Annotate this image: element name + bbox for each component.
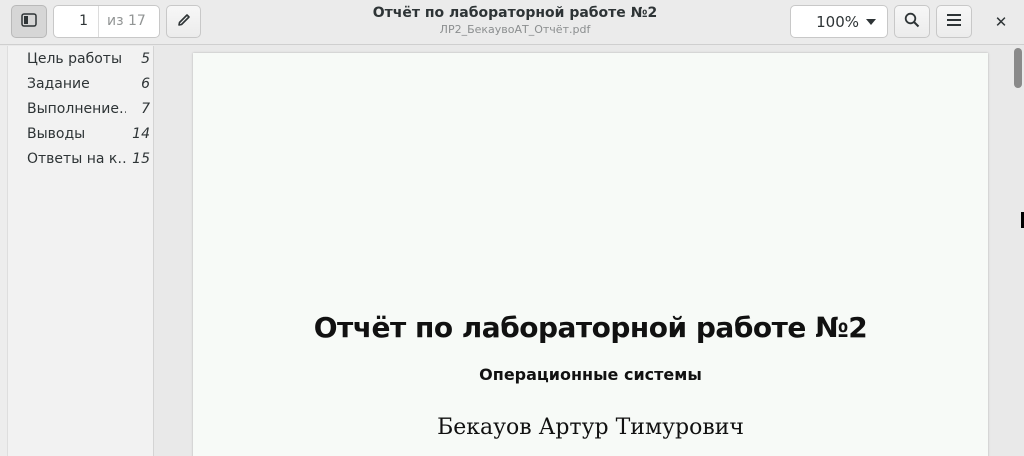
outline-item-page: 6: [141, 76, 150, 92]
zoom-select[interactable]: 100%: [790, 5, 888, 38]
search-button[interactable]: [894, 5, 930, 38]
page-total-label: из 17: [107, 13, 146, 29]
search-icon: [904, 12, 920, 32]
outline-item[interactable]: Задание 6: [27, 73, 150, 95]
document-author: Бекауов Артур Тимурович: [437, 415, 744, 440]
document-view[interactable]: Отчёт по лабораторной работе №2 Операцио…: [155, 46, 1024, 456]
window-title-block: Отчёт по лабораторной работе №2 ЛР2_Бека…: [300, 4, 730, 37]
sidebar-toggle-icon: [21, 12, 37, 31]
outline-item-page: 7: [141, 101, 150, 117]
outline-item-label: Ответы на к…: [27, 151, 126, 167]
chevron-down-icon: [865, 18, 887, 26]
close-button[interactable]: ✕: [986, 5, 1016, 38]
vertical-scrollbar[interactable]: [1012, 46, 1024, 456]
hamburger-menu-icon: [946, 12, 962, 31]
window-subtitle: ЛР2_БекаувоАТ_Отчёт.pdf: [439, 23, 591, 36]
header-bar: 1 из 17 Отчёт по лабораторной работе №2 …: [0, 0, 1024, 45]
page-navigator: 1 из 17: [53, 5, 160, 38]
pencil-icon: [176, 12, 192, 32]
outline-item-label: Выполнение…: [27, 101, 126, 117]
main-menu-button[interactable]: [936, 5, 972, 38]
sidebar-edge: [0, 46, 8, 456]
annotate-button[interactable]: [166, 5, 201, 38]
document-title: Отчёт по лабораторной работе №2: [313, 311, 868, 344]
outline-item-page: 15: [132, 151, 150, 167]
document-page: Отчёт по лабораторной работе №2 Операцио…: [193, 53, 988, 456]
zoom-value: 100%: [816, 12, 859, 31]
scrollbar-thumb[interactable]: [1014, 48, 1022, 88]
outline-sidebar: Цель работы 5 Задание 6 Выполнение… 7 Вы…: [0, 46, 154, 456]
outline-item-label: Задание: [27, 76, 90, 92]
outline-item[interactable]: Цель работы 5: [27, 48, 150, 70]
outline-item-label: Цель работы: [27, 51, 123, 67]
outline-item[interactable]: Выводы 14: [27, 123, 150, 145]
outline-item-page: 14: [132, 126, 150, 142]
outline-item-label: Выводы: [27, 126, 86, 142]
window-title: Отчёт по лабораторной работе №2: [372, 5, 658, 21]
current-page-input[interactable]: 1: [54, 6, 99, 37]
sidebar-toggle-button[interactable]: [11, 5, 47, 38]
outline-item[interactable]: Выполнение… 7: [27, 98, 150, 120]
close-icon: ✕: [994, 12, 1008, 31]
document-subtitle: Операционные системы: [479, 365, 702, 384]
outline-item-page: 5: [141, 51, 150, 67]
outline-item[interactable]: Ответы на к… 15: [27, 148, 150, 170]
